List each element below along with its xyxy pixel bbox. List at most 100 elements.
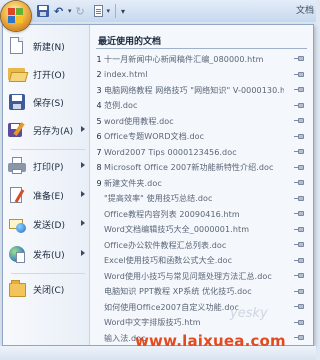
recent-document-item[interactable]: Office办公软件教程汇总列表.doc	[94, 238, 308, 252]
menu-divider	[11, 273, 85, 274]
menu-item-label: 另存为(A)	[33, 126, 74, 137]
document-dropdown-icon[interactable]: ▾	[107, 7, 111, 15]
menu-divider	[11, 149, 85, 150]
save-disk-icon	[7, 92, 27, 112]
menu-item-close[interactable]: 关闭(C)	[7, 276, 87, 302]
recent-document-item[interactable]: 2 index.html	[94, 68, 308, 82]
pin-icon[interactable]	[294, 56, 304, 61]
menu-item-label: 打开(O)	[33, 70, 66, 81]
recent-document-number: 6	[96, 132, 102, 141]
menu-item-new[interactable]: 新建(N)	[7, 33, 87, 59]
pin-icon[interactable]	[294, 335, 304, 340]
recent-document-item[interactable]: Word文档编辑技巧大全_0000001.htm	[94, 223, 308, 237]
redo-icon: ↻	[75, 5, 85, 18]
recent-document-number: 3	[96, 85, 102, 95]
recent-document-item[interactable]: Office教程内容列表 20090416.htm	[94, 207, 308, 221]
recent-document-item[interactable]: 如何使用Office2007自定义功能.doc	[94, 300, 308, 314]
submenu-arrow-icon	[81, 191, 85, 197]
recent-document-item[interactable]: 1 十一月新闻中心新闻稿件汇编_080000.htm	[94, 52, 308, 66]
pin-icon[interactable]	[294, 319, 304, 325]
recent-document-item[interactable]: 4 范例.doc	[94, 99, 308, 113]
undo-button[interactable]: ↶	[53, 4, 67, 18]
document-icon	[93, 5, 103, 17]
pin-icon[interactable]	[294, 118, 304, 123]
recent-document-item[interactable]: 8 Microsoft Office 2007新功能新特性介绍.doc	[94, 161, 308, 175]
menu-item-prepare[interactable]: 准备(E)	[7, 182, 87, 208]
pin-icon[interactable]	[294, 242, 304, 247]
redo-button[interactable]: ↻	[75, 4, 89, 18]
quick-access-toolbar: ↶ ▾ ↻ ▾ ▾	[36, 3, 125, 19]
pin-icon[interactable]	[294, 133, 304, 139]
prepare-icon	[7, 185, 27, 205]
recent-document-item[interactable]: 电脑知识 PPT教程 XP系统 优化技巧.doc	[94, 285, 308, 299]
open-folder-icon	[7, 64, 29, 84]
menu-item-save-as[interactable]: 另存为(A)	[7, 117, 87, 143]
recent-document-item[interactable]: Word中文字排版技巧.htm	[94, 316, 308, 330]
menu-item-label: 新建(N)	[33, 42, 65, 53]
pin-icon[interactable]	[294, 226, 304, 232]
menu-item-open[interactable]: 打开(O)	[7, 61, 87, 87]
save-as-icon	[7, 120, 27, 140]
menu-item-publish[interactable]: 发布(U)	[7, 241, 87, 267]
publish-icon	[7, 244, 27, 264]
recent-document-number: 9	[96, 178, 102, 188]
recent-document-item[interactable]: Excel使用技巧和函数公式大全.doc	[94, 254, 308, 268]
recent-document-item[interactable]: "提高效率" 使用技巧总结.doc	[94, 192, 308, 206]
pin-icon[interactable]	[294, 87, 304, 92]
recent-document-name: 十一月新闻中心新闻稿件汇编_080000.htm	[104, 54, 264, 64]
recent-document-number: 4	[96, 101, 102, 110]
pin-icon[interactable]	[294, 288, 304, 294]
recent-document-name: 电脑网络教程 网络技巧 "网络知识" V-0000130.htm	[104, 85, 284, 95]
recent-document-name: Office办公软件教程汇总列表.doc	[104, 240, 227, 250]
recent-document-name: word使用教程.doc	[104, 116, 174, 126]
menu-item-label: 发送(D)	[33, 220, 65, 231]
pin-icon[interactable]	[294, 180, 304, 185]
undo-dropdown-icon[interactable]: ▾	[68, 7, 72, 15]
pin-icon[interactable]	[294, 257, 304, 263]
watermark-small: yesky	[230, 306, 268, 321]
submenu-arrow-icon	[81, 126, 85, 132]
document-button[interactable]	[92, 4, 106, 18]
office-button[interactable]	[1, 1, 31, 31]
recent-document-name: Microsoft Office 2007新功能新特性介绍.doc	[104, 163, 274, 172]
recent-document-name: 电脑知识 PPT教程 XP系统 优化技巧.doc	[104, 287, 252, 296]
pin-icon[interactable]	[294, 304, 304, 309]
watermark: www.laixuea.com	[135, 332, 286, 350]
toolbar-divider	[115, 4, 117, 18]
menu-item-print[interactable]: 打印(P)	[7, 153, 87, 179]
pin-icon[interactable]	[294, 273, 304, 278]
recent-document-item[interactable]: 5 word使用教程.doc	[94, 114, 308, 128]
title-bar: ↶ ▾ ↻ ▾ ▾ 文档	[0, 0, 316, 31]
menu-item-send[interactable]: 发送(D)	[7, 211, 87, 237]
submenu-arrow-icon	[81, 220, 85, 226]
recent-document-number: 5	[96, 116, 102, 126]
pin-icon[interactable]	[294, 102, 304, 108]
pin-icon[interactable]	[294, 164, 304, 170]
recent-documents-pane: 最近使用的文档 1 十一月新闻中心新闻稿件汇编_080000.htm 2 index.…	[90, 25, 313, 345]
recent-document-name: Excel使用技巧和函数公式大全.doc	[104, 256, 233, 265]
customize-toolbar-icon[interactable]: ▾	[121, 7, 125, 16]
menu-item-save[interactable]: 保存(S)	[7, 89, 87, 115]
send-icon	[7, 214, 27, 234]
pin-icon[interactable]	[294, 195, 304, 201]
recent-document-number: 8	[96, 163, 102, 172]
pin-icon[interactable]	[294, 149, 304, 154]
recent-document-item[interactable]: 9 新建文件夹.doc	[94, 176, 308, 190]
menu-item-label: 保存(S)	[33, 98, 64, 109]
recent-document-name: 范例.doc	[104, 101, 138, 110]
recent-documents-divider	[96, 48, 307, 49]
save-button[interactable]	[36, 4, 50, 18]
recent-document-item[interactable]: Word使用小技巧与常见问题处理方法汇总.doc	[94, 269, 308, 283]
recent-document-item[interactable]: 6 Office专题WORD文档.doc	[94, 130, 308, 144]
pin-icon[interactable]	[294, 211, 304, 216]
recent-document-item[interactable]: 7 Word2007 Tips 0000123456.doc	[94, 145, 308, 159]
recent-document-name: index.html	[104, 70, 148, 79]
office-menu: 新建(N) 打开(O) 保存(S) 另存为(A) 打印(P) 准备(E) 发送(…	[2, 24, 314, 346]
menu-item-label: 关闭(C)	[33, 285, 65, 296]
recent-document-item[interactable]: 3 电脑网络教程 网络技巧 "网络知识" V-0000130.htm	[94, 83, 308, 97]
recent-document-name: 新建文件夹.doc	[104, 178, 162, 188]
office-logo-icon	[8, 8, 24, 24]
recent-documents-title: 最近使用的文档	[98, 37, 162, 47]
pin-icon[interactable]	[294, 71, 304, 77]
recent-document-name: Word文档编辑技巧大全_0000001.htm	[104, 225, 250, 234]
